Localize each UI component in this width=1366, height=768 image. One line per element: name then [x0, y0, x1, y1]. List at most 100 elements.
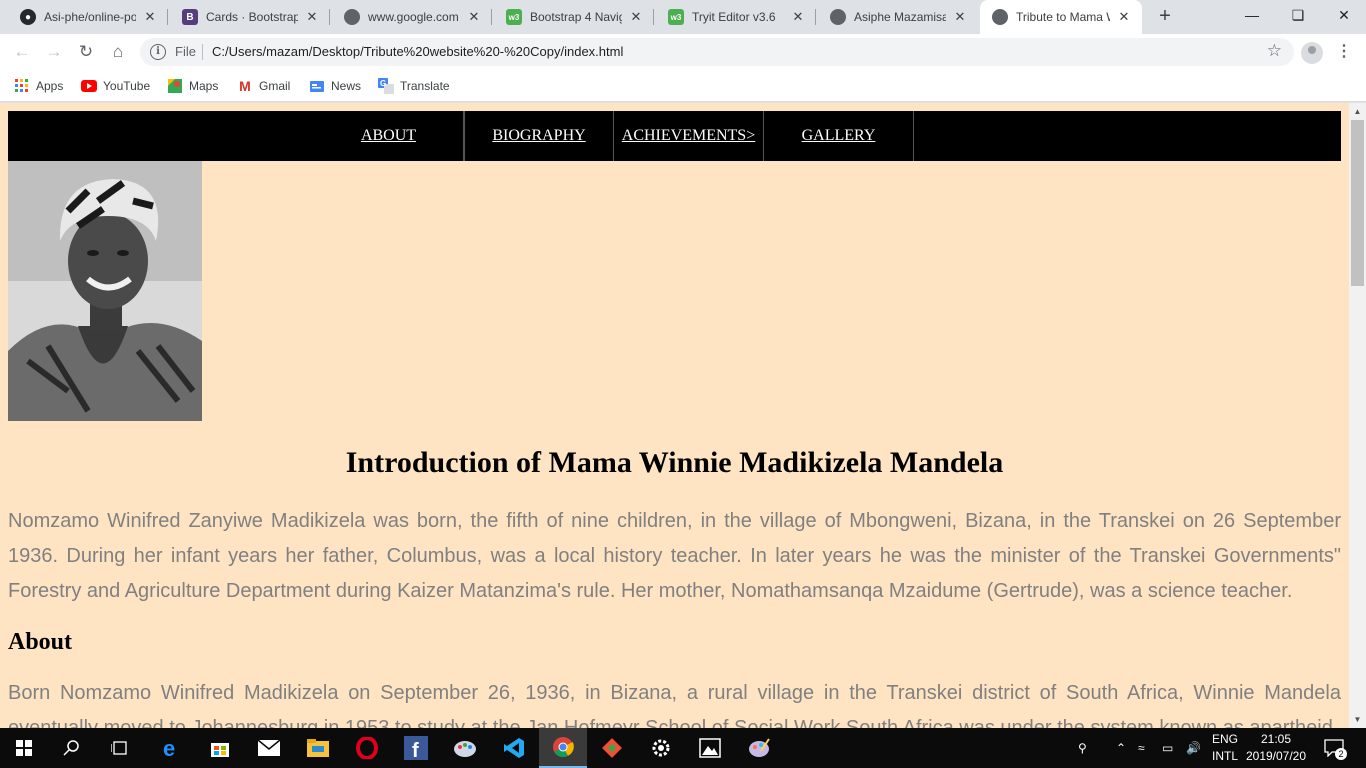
url-scheme: File [175, 44, 196, 59]
chrome-icon[interactable] [539, 728, 587, 768]
bookmark-star-icon[interactable]: ☆ [1267, 41, 1282, 61]
show-hidden-icons-chevron-up-icon[interactable]: ⌃ [1116, 728, 1126, 768]
mail-icon[interactable] [245, 728, 293, 768]
minimize-button[interactable]: — [1229, 0, 1275, 30]
bookmark-label: YouTube [103, 79, 151, 93]
page-scrollbar[interactable]: ▲ ▼ [1349, 103, 1366, 728]
bookmark-news[interactable]: News [309, 76, 361, 96]
git-icon[interactable] [588, 728, 636, 768]
about-heading: About [8, 629, 73, 655]
notification-center-icon[interactable]: 2 [1324, 728, 1347, 768]
back-button[interactable]: ← [10, 40, 34, 64]
file-explorer-icon[interactable] [294, 728, 342, 768]
nav-link-about[interactable]: ABOUT [314, 111, 464, 161]
battery-icon[interactable]: ▭ [1162, 728, 1173, 768]
language-code: ENG [1211, 732, 1238, 746]
gmail-icon: M [239, 78, 251, 94]
photos-icon[interactable] [686, 728, 734, 768]
scrollbar-thumb[interactable] [1351, 120, 1364, 286]
about-paragraph: Born Nomzamo Winifred Madikizela on Sept… [8, 682, 1341, 728]
new-tab-button[interactable]: + [1154, 5, 1176, 27]
nav-link-biography[interactable]: BIOGRAPHY [464, 111, 614, 161]
tab-3[interactable]: w3 Bootstrap 4 Navig ✕ [494, 0, 654, 34]
paint-3d-icon[interactable] [735, 728, 783, 768]
wifi-icon[interactable]: ≈ [1138, 728, 1145, 768]
profile-avatar-icon[interactable] [1301, 42, 1323, 64]
search-icon[interactable] [48, 728, 96, 768]
close-icon[interactable]: ✕ [790, 9, 806, 25]
windows-start-icon[interactable] [0, 728, 48, 768]
bookmark-apps[interactable]: Apps [14, 76, 63, 96]
w3schools-icon: w3 [668, 9, 684, 25]
scroll-down-arrow-icon[interactable]: ▼ [1349, 711, 1366, 728]
window-close-button[interactable]: ✕ [1321, 0, 1366, 30]
maximize-button[interactable]: ❏ [1275, 0, 1321, 30]
opera-icon[interactable] [343, 728, 391, 768]
close-icon[interactable]: ✕ [1116, 9, 1132, 25]
browser-menu-icon[interactable]: ⋮ [1334, 40, 1354, 64]
vscode-icon[interactable] [490, 728, 538, 768]
clock-time: 21:05 [1260, 732, 1292, 746]
globe-icon [344, 9, 360, 25]
close-icon[interactable]: ✕ [628, 9, 644, 25]
tab-0[interactable]: ● Asi-phe/online-po ✕ [8, 0, 168, 34]
nav-link-gallery[interactable]: GALLERY [764, 111, 914, 161]
maps-icon [167, 78, 183, 94]
w3schools-icon: w3 [506, 9, 522, 25]
clock-date: 2019/07/20 [1245, 749, 1307, 763]
site-navbar: ABOUT BIOGRAPHY ACHIEVEMENTS> GALLERY [8, 111, 1341, 161]
tab-6-active[interactable]: Tribute to Mama W ✕ [980, 0, 1142, 34]
github-icon: ● [20, 9, 36, 25]
url-text[interactable]: C:/Users/mazam/Desktop/Tribute%20website… [212, 44, 623, 59]
globe-icon [992, 9, 1008, 25]
intro-paragraph: Nomzamo Winifred Zanyiwe Madikizela was … [8, 510, 1341, 602]
tab-title: Asiphe Mazamisa [854, 10, 946, 24]
facebook-icon[interactable]: f [392, 728, 440, 768]
volume-icon[interactable]: 🔊 [1186, 728, 1201, 768]
keyboard-layout: INTL [1211, 749, 1238, 763]
close-icon[interactable]: ✕ [466, 9, 482, 25]
bookmark-label: Apps [36, 79, 64, 93]
tab-4[interactable]: w3 Tryit Editor v3.6 ✕ [656, 0, 816, 34]
bookmark-translate[interactable]: G Translate [378, 76, 450, 96]
task-view-icon[interactable] [96, 728, 144, 768]
address-bar[interactable]: i File C:/Users/mazam/Desktop/Tribute%20… [140, 38, 1294, 66]
bookmark-maps[interactable]: Maps [167, 76, 218, 96]
people-icon[interactable]: ⚲ [1078, 728, 1087, 768]
bootstrap-icon: B [182, 9, 198, 25]
language-indicator[interactable]: ENG INTL [1210, 731, 1240, 765]
bookmark-gmail[interactable]: M Gmail [237, 76, 290, 96]
nav-link-achievements[interactable]: ACHIEVEMENTS> [614, 111, 764, 161]
tab-title: Tryit Editor v3.6 [692, 10, 776, 24]
reload-button[interactable]: ↻ [74, 40, 98, 64]
svg-text:G: G [380, 79, 386, 88]
scroll-up-arrow-icon[interactable]: ▲ [1349, 103, 1366, 120]
browser-toolbar: ← → ↻ ⌂ i File C:/Users/mazam/Desktop/Tr… [0, 34, 1366, 70]
info-icon[interactable]: i [150, 44, 166, 60]
close-icon[interactable]: ✕ [952, 9, 968, 25]
forward-button[interactable]: → [42, 40, 66, 64]
settings-icon[interactable] [637, 728, 685, 768]
edge-icon[interactable]: e [148, 728, 196, 768]
home-button[interactable]: ⌂ [106, 40, 130, 64]
tab-strip: ● Asi-phe/online-po ✕ B Cards · Bootstra… [0, 0, 1366, 34]
store-icon[interactable] [196, 728, 244, 768]
tab-5[interactable]: Asiphe Mazamisa ✕ [818, 0, 978, 34]
tab-title: Asi-phe/online-po [44, 10, 136, 24]
taskbar-clock[interactable]: 21:05 2019/07/20 [1238, 731, 1314, 765]
paint-icon[interactable] [441, 728, 489, 768]
portrait-photo [8, 161, 202, 421]
bookmark-label: Maps [189, 79, 219, 93]
close-icon[interactable]: ✕ [304, 9, 320, 25]
tab-2[interactable]: www.google.com ✕ [332, 0, 492, 34]
svg-text:f: f [412, 740, 419, 760]
bookmark-label: News [331, 79, 362, 93]
globe-icon [830, 9, 846, 25]
tab-1[interactable]: B Cards · Bootstrap ✕ [170, 0, 330, 34]
bookmark-youtube[interactable]: YouTube [81, 76, 150, 96]
close-icon[interactable]: ✕ [142, 9, 158, 25]
tab-title: Cards · Bootstrap [206, 10, 298, 24]
translate-icon: G [378, 78, 394, 94]
apps-grid-icon [14, 78, 30, 94]
youtube-icon [81, 78, 97, 94]
